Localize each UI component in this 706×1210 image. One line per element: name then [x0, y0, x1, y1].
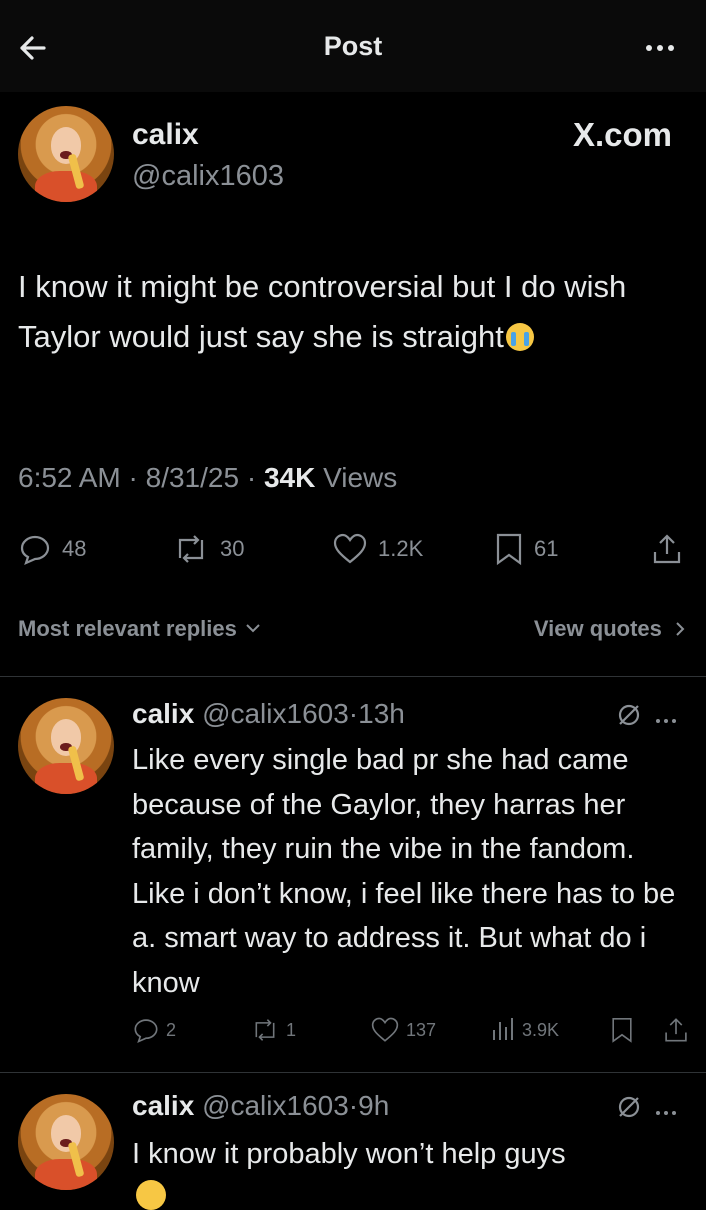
heart-icon [333, 533, 367, 564]
divider [0, 676, 706, 677]
reply-action-bar: 2 1 137 3.9K [132, 1016, 692, 1048]
page-title: Post [323, 30, 383, 61]
post-text-body: I know it might be controversial but I d… [18, 269, 627, 354]
sort-replies-dropdown[interactable]: Most relevant replies [18, 616, 261, 642]
post-time: 6:52 AM [18, 462, 121, 493]
chevron-down-icon [246, 624, 260, 633]
like-count: 1.2K [378, 536, 424, 561]
reply-text: I know it probably won’t help guys [132, 1138, 566, 1170]
reply-header: calix @calix1603·13h [132, 698, 405, 729]
reply-views-button[interactable]: 3.9K [490, 1016, 559, 1044]
like-button[interactable]: 1.2K [332, 532, 423, 566]
reply-like-count: 137 [406, 1019, 437, 1040]
post-action-bar: 48 30 1.2K 61 [18, 530, 688, 570]
reply-avatar[interactable] [18, 1094, 114, 1190]
crying-face-emoji-icon [505, 323, 534, 351]
reply-time: 13h [358, 698, 405, 729]
post-meta: 6:52 AM · 8/31/25 · 34K Views [18, 462, 398, 493]
heart-icon [371, 1017, 399, 1042]
view-quotes-label: View quotes [533, 616, 662, 641]
views-label: Views [323, 462, 398, 493]
bookmark-button[interactable]: 61 [494, 532, 558, 566]
reply-count: 48 [62, 536, 87, 561]
reply-header: calix @calix1603·9h [132, 1090, 390, 1121]
reply-more-icon[interactable] [654, 710, 678, 728]
author-name[interactable]: calix [132, 118, 199, 152]
top-bar: Post [0, 0, 706, 92]
divider [0, 1072, 706, 1073]
reply-bookmark-button[interactable] [610, 1016, 634, 1044]
reply-repost-button[interactable]: 1 [250, 1016, 296, 1044]
reply-author-handle[interactable]: @calix1603 [202, 1090, 349, 1121]
reply-views-count: 3.9K [522, 1019, 560, 1040]
reply-repost-count: 1 [286, 1019, 297, 1040]
reply-time: 9h [358, 1090, 390, 1121]
emoji-icon [136, 1180, 166, 1210]
repost-icon [178, 535, 204, 563]
reply-text: Like every single bad pr she had came be… [132, 744, 676, 999]
reply-more-icon[interactable] [654, 1102, 678, 1120]
repost-icon [255, 1019, 275, 1041]
grok-icon[interactable] [616, 702, 642, 733]
post-date: 8/31/25 [145, 462, 240, 493]
reply-share-button[interactable] [662, 1016, 690, 1044]
share-icon [653, 534, 681, 564]
share-icon [665, 1018, 687, 1042]
reply-reply-button[interactable]: 2 [132, 1016, 176, 1044]
x-logo-brand: X.com [572, 116, 672, 153]
reply-author-name[interactable]: calix [132, 1090, 194, 1121]
sort-label: Most relevant replies [18, 616, 237, 641]
back-arrow-icon[interactable] [14, 26, 58, 70]
more-options-icon[interactable] [643, 38, 676, 56]
bookmark-icon [496, 533, 522, 566]
post-text: I know it might be controversial but I d… [18, 262, 688, 362]
views-chart-icon [493, 1018, 513, 1040]
repost-button[interactable]: 30 [172, 532, 244, 566]
reply-icon [20, 535, 50, 566]
view-quotes-link[interactable]: View quotes [534, 616, 686, 642]
author-handle[interactable]: @calix1603 [132, 160, 284, 193]
avatar[interactable] [18, 106, 114, 202]
reply-avatar[interactable] [18, 698, 114, 794]
reply-like-button[interactable]: 137 [370, 1016, 436, 1044]
bookmark-count: 61 [534, 536, 559, 561]
reply-author-handle[interactable]: @calix1603 [202, 698, 349, 729]
views-count: 34K [263, 462, 316, 493]
reply-icon [134, 1019, 158, 1044]
bookmark-icon [612, 1018, 632, 1043]
reply-reply-count: 2 [166, 1019, 177, 1040]
repost-count: 30 [220, 536, 245, 561]
reply-author-name[interactable]: calix [132, 698, 194, 729]
grok-icon[interactable] [616, 1094, 642, 1125]
share-button[interactable] [650, 532, 684, 566]
reply-button[interactable]: 48 [18, 532, 86, 566]
chevron-right-icon [676, 622, 685, 636]
